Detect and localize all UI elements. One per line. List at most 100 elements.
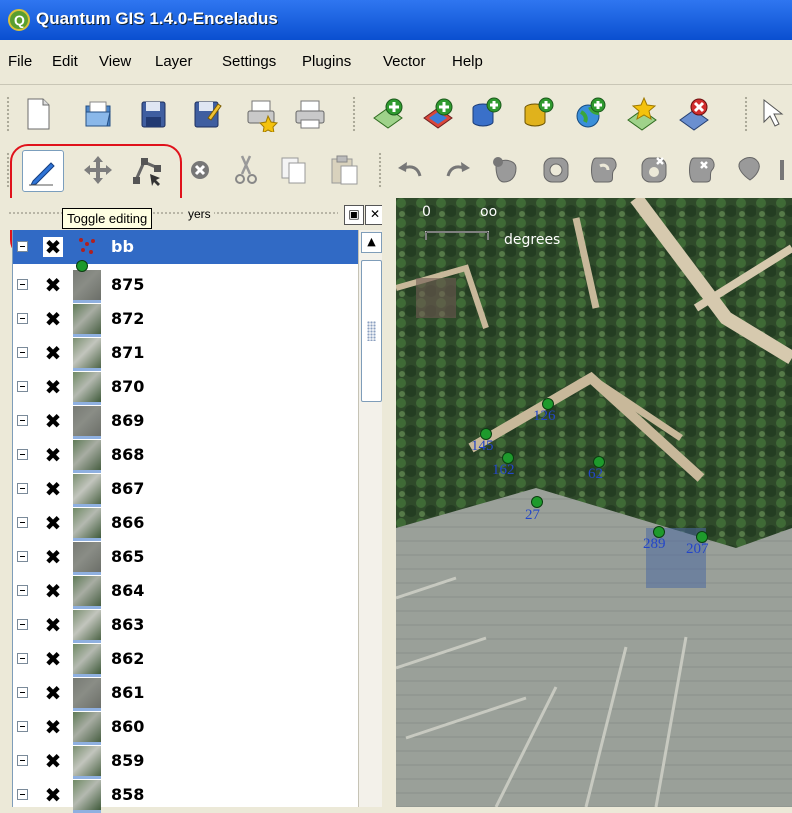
legend-layer-row[interactable]: ✖ 865 — [13, 540, 359, 575]
legend-layer-row[interactable]: ✖ 869 — [13, 404, 359, 439]
legend-layer-row[interactable]: ✖ bb — [13, 230, 359, 264]
add-raster-layer-icon[interactable] — [420, 96, 456, 132]
legend-layer-row[interactable]: ✖ 866 — [13, 506, 359, 541]
legend-layer-row[interactable]: ✖ 864 — [13, 574, 359, 609]
delete-selected-icon[interactable] — [182, 152, 218, 188]
redo-icon[interactable] — [440, 152, 476, 188]
collapse-toggle-icon[interactable] — [17, 585, 28, 596]
layer-visibility-checkbox[interactable]: ✖ — [43, 785, 63, 805]
collapse-toggle-icon[interactable] — [17, 449, 28, 460]
toolbar-grip[interactable] — [378, 152, 382, 188]
menu-vector[interactable]: Vector — [383, 53, 426, 70]
simplify-feature-icon[interactable] — [488, 152, 524, 188]
toolbar-grip[interactable] — [6, 152, 10, 188]
collapse-toggle-icon[interactable] — [17, 755, 28, 766]
layer-visibility-checkbox[interactable]: ✖ — [43, 343, 63, 363]
collapse-toggle-icon[interactable] — [17, 653, 28, 664]
collapse-toggle-icon[interactable] — [17, 721, 28, 732]
layer-visibility-checkbox[interactable]: ✖ — [43, 479, 63, 499]
layer-visibility-checkbox[interactable]: ✖ — [43, 581, 63, 601]
new-vector-layer-icon[interactable] — [624, 96, 660, 132]
collapse-toggle-icon[interactable] — [17, 313, 28, 324]
menu-help[interactable]: Help — [452, 53, 483, 70]
legend-scrollbar[interactable]: ▲ — [358, 230, 383, 807]
scroll-up-button[interactable]: ▲ — [361, 232, 382, 253]
collapse-toggle-icon[interactable] — [17, 517, 28, 528]
layer-visibility-checkbox[interactable]: ✖ — [43, 237, 63, 257]
collapse-toggle-icon[interactable] — [17, 619, 28, 630]
legend-layer-row[interactable]: ✖ 861 — [13, 676, 359, 711]
toolbar-grip[interactable] — [744, 96, 748, 132]
map-canvas[interactable]: 0 oo degrees 126 145 162 62 27 289 207 — [396, 198, 792, 807]
legend-layer-row[interactable]: ✖ 863 — [13, 608, 359, 643]
legend-layer-row[interactable]: ✖ 867 — [13, 472, 359, 507]
collapse-toggle-icon[interactable] — [17, 381, 28, 392]
layer-legend[interactable]: ✖ bb ✖ 875 ✖ 872 ✖ 871 ✖ 870 ✖ 869 ✖ 868 ✖ 867 ✖ 866 ✖ 865 ✖… — [12, 230, 359, 813]
legend-layer-row[interactable]: ✖ 870 — [13, 370, 359, 405]
layer-visibility-checkbox[interactable]: ✖ — [43, 445, 63, 465]
add-vector-layer-icon[interactable] — [370, 96, 406, 132]
delete-ring-icon[interactable] — [636, 152, 672, 188]
legend-layer-row[interactable]: ✖ 875 — [13, 268, 359, 303]
remove-layer-icon[interactable] — [676, 96, 712, 132]
layer-visibility-checkbox[interactable]: ✖ — [43, 377, 63, 397]
save-project-icon[interactable] — [135, 96, 171, 132]
legend-layer-row[interactable]: ✖ 860 — [13, 710, 359, 745]
more-tools-icon[interactable] — [776, 152, 792, 188]
toolbar-grip[interactable] — [352, 96, 356, 132]
menu-settings[interactable]: Settings — [222, 53, 276, 70]
dock-grip[interactable] — [8, 211, 338, 215]
cut-icon[interactable] — [228, 152, 264, 188]
node-tool-icon[interactable] — [130, 152, 166, 188]
add-part-icon[interactable] — [586, 152, 622, 188]
layer-visibility-checkbox[interactable]: ✖ — [43, 615, 63, 635]
collapse-toggle-icon[interactable] — [17, 483, 28, 494]
menu-edit[interactable]: Edit — [52, 53, 78, 70]
add-wms-layer-icon[interactable] — [572, 96, 608, 132]
scroll-thumb[interactable] — [361, 260, 382, 402]
layer-visibility-checkbox[interactable]: ✖ — [43, 513, 63, 533]
layer-visibility-checkbox[interactable]: ✖ — [43, 411, 63, 431]
layer-visibility-checkbox[interactable]: ✖ — [43, 275, 63, 295]
open-project-icon[interactable] — [80, 96, 116, 132]
print-composer-icon[interactable] — [244, 96, 280, 134]
float-dock-icon[interactable]: ▣ — [344, 205, 364, 225]
panel-splitter[interactable] — [382, 198, 396, 807]
legend-layer-row[interactable]: ✖ 871 — [13, 336, 359, 371]
collapse-toggle-icon[interactable] — [17, 347, 28, 358]
add-ring-icon[interactable] — [538, 152, 574, 188]
add-spatialite-layer-icon[interactable] — [520, 96, 556, 132]
collapse-toggle-icon[interactable] — [17, 279, 28, 290]
new-project-icon[interactable] — [20, 96, 56, 132]
layer-visibility-checkbox[interactable]: ✖ — [43, 717, 63, 737]
undo-icon[interactable] — [392, 152, 428, 188]
legend-layer-row[interactable]: ✖ 868 — [13, 438, 359, 473]
layer-visibility-checkbox[interactable]: ✖ — [43, 683, 63, 703]
menu-plugins[interactable]: Plugins — [302, 53, 351, 70]
layer-visibility-checkbox[interactable]: ✖ — [43, 751, 63, 771]
collapse-toggle-icon[interactable] — [17, 241, 28, 252]
print-icon[interactable] — [292, 96, 328, 132]
collapse-toggle-icon[interactable] — [17, 551, 28, 562]
menu-file[interactable]: File — [8, 53, 32, 70]
layer-visibility-checkbox[interactable]: ✖ — [43, 309, 63, 329]
save-as-icon[interactable] — [188, 96, 224, 132]
copy-icon[interactable] — [276, 152, 312, 188]
collapse-toggle-icon[interactable] — [17, 789, 28, 800]
menu-layer[interactable]: Layer — [155, 53, 193, 70]
toggle-editing-icon[interactable] — [22, 150, 64, 192]
menu-view[interactable]: View — [99, 53, 131, 70]
paste-icon[interactable] — [326, 152, 362, 188]
collapse-toggle-icon[interactable] — [17, 687, 28, 698]
toolbar-grip[interactable] — [6, 96, 10, 132]
select-icon[interactable] — [758, 96, 792, 132]
move-feature-icon[interactable] — [80, 152, 116, 188]
split-features-icon[interactable] — [734, 152, 770, 188]
layer-visibility-checkbox[interactable]: ✖ — [43, 547, 63, 567]
legend-layer-row[interactable]: ✖ 872 — [13, 302, 359, 337]
layer-visibility-checkbox[interactable]: ✖ — [43, 649, 63, 669]
legend-layer-row[interactable]: ✖ 859 — [13, 744, 359, 779]
collapse-toggle-icon[interactable] — [17, 415, 28, 426]
legend-layer-row[interactable]: ✖ 862 — [13, 642, 359, 677]
add-postgis-layer-icon[interactable] — [468, 96, 504, 132]
